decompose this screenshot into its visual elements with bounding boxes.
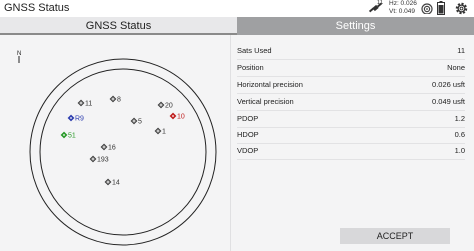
satellite-label: 16 [108, 145, 116, 152]
title-bar: GNSS Status 11 Hz: 0.026 Vt: 0.049 [0, 0, 474, 17]
satellite-dot [80, 102, 82, 104]
satellite-dot [103, 146, 105, 148]
satellite-label: 20 [165, 103, 173, 110]
vt-readout: Vt: 0.049 [389, 8, 416, 15]
satellite-marker: 5 [130, 117, 142, 126]
sky-plot: N 11 8 20 R9 5 10 1 51 16 193 14 [0, 35, 230, 251]
tab-settings[interactable]: Settings [237, 17, 474, 35]
row-value: 1.2 [454, 114, 465, 123]
row-vdop: VDOP 1.0 [237, 143, 465, 160]
satellite-marker: 8 [109, 95, 121, 104]
satellite-dot [112, 98, 114, 100]
satellite-label: 1 [162, 129, 166, 136]
hz-readout: Hz: 0.026 [389, 0, 417, 7]
row-value: 1.0 [454, 146, 465, 155]
satellite-label: 5 [138, 119, 142, 126]
satellite-marker: 20 [157, 101, 173, 110]
horizon-ring-inner [39, 68, 207, 236]
horizon-ring-outer [29, 58, 217, 246]
wifi-icon [421, 3, 433, 14]
satellite-dot [92, 158, 94, 160]
info-panel: Sats Used 11 Position None Horizontal pr… [230, 35, 474, 251]
row-value: 11 [457, 46, 465, 55]
satellite-label: 193 [97, 157, 109, 164]
satellite-marker: 16 [100, 143, 116, 152]
satellite-dot [157, 130, 159, 132]
satellite-label: 14 [112, 180, 120, 187]
sky-plot-canvas: N 11820R9 5101511619314 [17, 51, 217, 246]
row-value: 0.6 [454, 130, 465, 139]
row-pdop: PDOP 1.2 [237, 111, 465, 128]
row-label: Sats Used [237, 46, 272, 55]
row-sats-used: Sats Used 11 [237, 43, 465, 60]
tab-gnss-status[interactable]: GNSS Status [0, 17, 237, 35]
row-label: PDOP [237, 114, 259, 123]
app-title: GNSS Status [4, 2, 70, 14]
satellite-label: 51 [68, 133, 76, 140]
satellite-dot [160, 104, 162, 106]
gear-icon[interactable] [454, 1, 469, 16]
satellite-marker: 1 [154, 127, 166, 136]
precision-readout: Hz: 0.026 Vt: 0.049 [389, 0, 417, 16]
satellite-label: 8 [117, 97, 121, 104]
row-value: 0.049 usft [432, 97, 465, 106]
satellite-label: 11 [85, 101, 92, 108]
row-value: 0.026 usft [432, 80, 465, 89]
accept-button[interactable]: ACCEPT [340, 228, 450, 244]
row-label: Position [237, 63, 264, 72]
row-horizontal-precision: Horizontal precision 0.026 usft [237, 77, 465, 94]
satellite-marker: 51 [60, 131, 76, 140]
satellite-dot [70, 117, 72, 119]
satellite-dot [172, 115, 174, 117]
satellite-marker: R9 [67, 114, 84, 123]
row-position: Position None [237, 60, 465, 77]
satellite-marker: 11 [77, 99, 92, 108]
row-label: VDOP [237, 146, 259, 155]
satellite-label: 10 [177, 114, 185, 121]
satellite-dot [63, 134, 65, 136]
row-value: None [447, 63, 465, 72]
battery-icon [437, 1, 445, 15]
satellite-label: R9 [75, 116, 84, 123]
satellite-dot [107, 181, 109, 183]
row-label: Horizontal precision [237, 80, 303, 89]
sat-count: 11 [377, 0, 384, 6]
satellite-marker: 14 [104, 178, 120, 187]
satellite-dot [133, 120, 135, 122]
satellite-marker: 193 [89, 155, 109, 164]
row-vertical-precision: Vertical precision 0.049 usft [237, 94, 465, 111]
row-label: HDOP [237, 130, 259, 139]
row-label: Vertical precision [237, 97, 294, 106]
row-hdop: HDOP 0.6 [237, 127, 465, 144]
satellite-marker: 10 [169, 112, 185, 121]
